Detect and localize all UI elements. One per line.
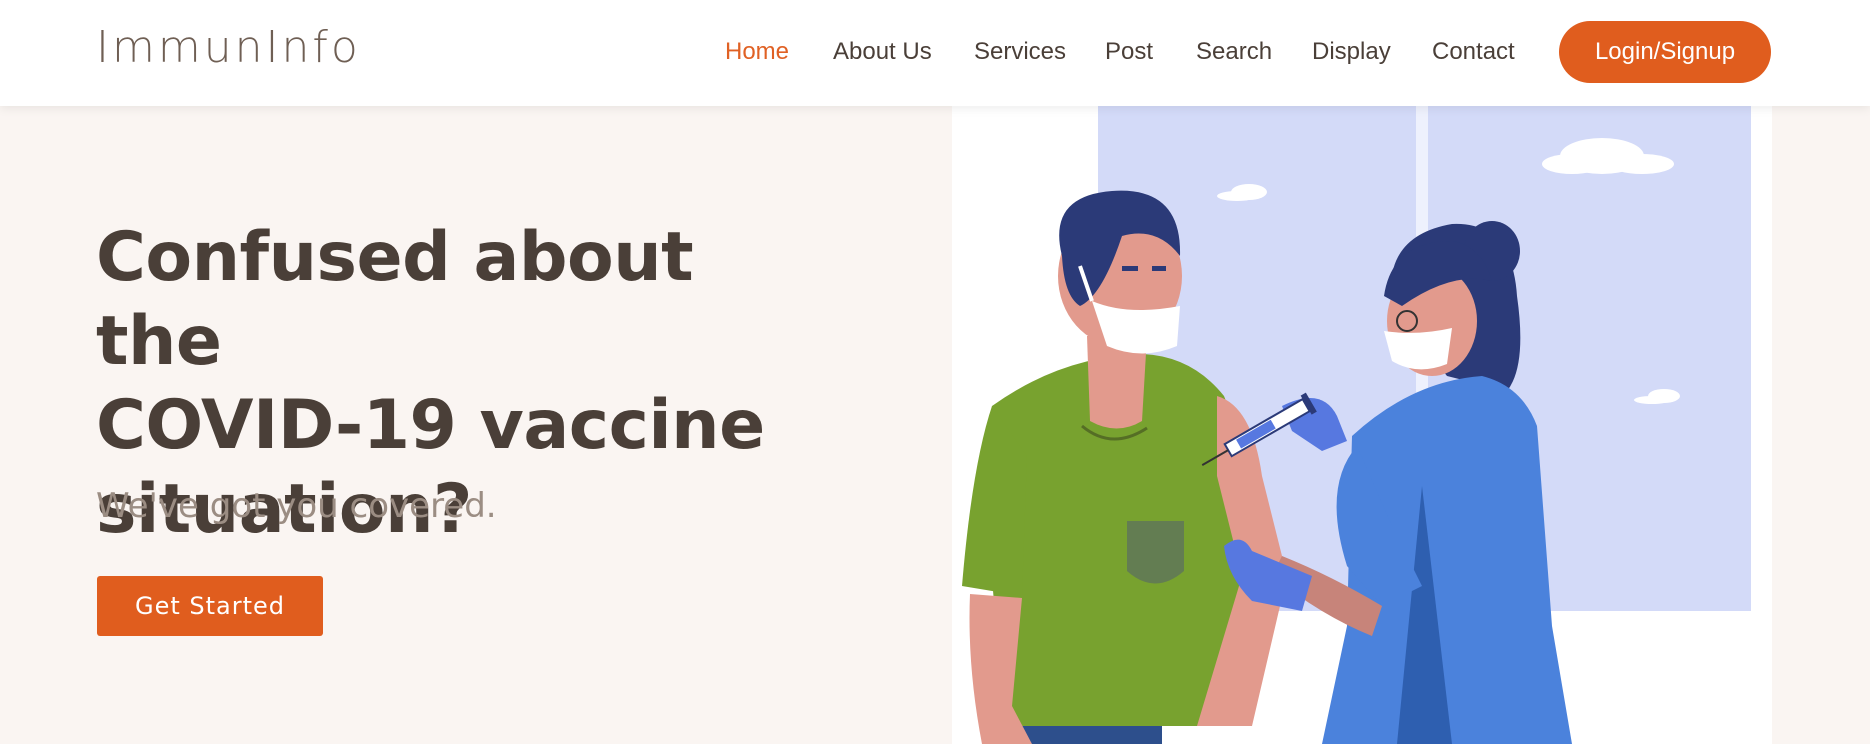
site-header: ImmunInfo Home About Us Services Post Se… (0, 0, 1870, 106)
vaccination-illustration-svg (952, 106, 1772, 744)
vaccination-illustration (952, 106, 1772, 744)
login-signup-button[interactable]: Login/Signup (1559, 21, 1771, 83)
headline-line: Confused about the (96, 218, 694, 381)
nav-services[interactable]: Services (974, 38, 1066, 66)
hero-subline: We've got you covered. (96, 486, 497, 526)
bottom-divider (0, 744, 1870, 752)
main-nav: Home About Us Services Post Search Displ… (0, 0, 1870, 106)
get-started-button[interactable]: Get Started (97, 576, 323, 636)
nav-contact[interactable]: Contact (1432, 38, 1515, 66)
hero-section: Confused about the COVID-19 vaccine situ… (0, 106, 1870, 744)
nav-post[interactable]: Post (1105, 38, 1153, 66)
headline-line: COVID-19 vaccine (96, 386, 765, 465)
nav-about-us[interactable]: About Us (833, 38, 932, 66)
nav-search[interactable]: Search (1196, 38, 1272, 66)
nav-home[interactable]: Home (725, 38, 789, 66)
nav-display[interactable]: Display (1312, 38, 1391, 66)
